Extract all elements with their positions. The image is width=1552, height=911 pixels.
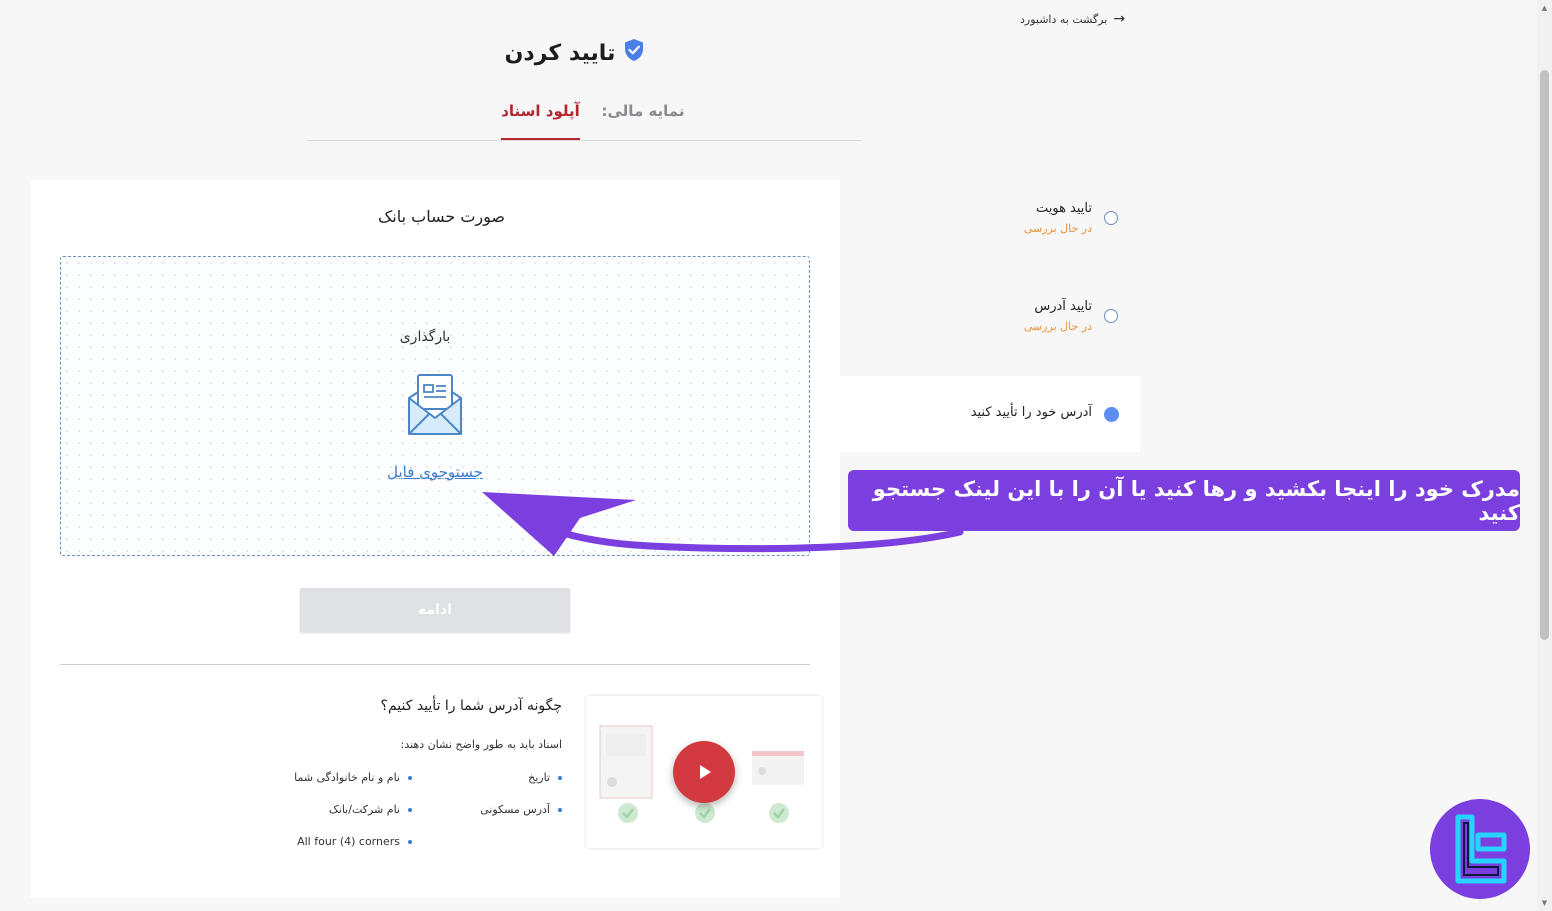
requirement-item: آدرس مسکونی: [450, 803, 562, 816]
status-badge: در حال بررسی: [1023, 320, 1092, 333]
scroll-down-arrow-icon[interactable]: ▼: [1540, 899, 1549, 907]
brand-logo: [1430, 799, 1530, 899]
upload-label: بارگذاری: [399, 329, 451, 345]
status-badge: در حال بررسی: [1023, 222, 1092, 235]
requirement-item: All four (4) corners: [270, 835, 412, 848]
page-title-row: تایید کردن: [480, 38, 670, 68]
envelope-document-icon: [405, 372, 465, 438]
bullet-dot-icon: [408, 775, 412, 780]
annotation-arrow-icon: [482, 492, 964, 556]
tab-upload-documents[interactable]: آپلود اسناد: [501, 92, 580, 140]
step-address-verification[interactable]: تایید آدرس در حال بررسی: [900, 298, 1140, 338]
bullet-dot-icon: [558, 807, 562, 812]
tab-financial-profile[interactable]: نمایه مالی:: [597, 92, 689, 139]
back-to-dashboard-link[interactable]: → برگشت به داشبورد: [1020, 10, 1142, 28]
requirement-item: نام و نام خانوادگی شما: [250, 771, 412, 784]
bullet-dot-icon: [408, 807, 412, 812]
help-intro: اسناد باید به طور واضح نشان دهند:: [400, 738, 562, 751]
play-video-button[interactable]: [673, 741, 735, 803]
scroll-up-arrow-icon[interactable]: ▲: [1540, 4, 1549, 12]
step-identity-verification[interactable]: تایید هویت در حال بررسی: [900, 200, 1140, 240]
page-title: تایید کردن: [504, 40, 616, 66]
shield-check-icon: [623, 38, 645, 68]
requirement-item: نام شرکت/بانک: [290, 803, 412, 816]
play-icon: [700, 765, 711, 779]
requirement-item: تاریخ: [470, 771, 562, 784]
tab-bar: نمایه مالی: آپلود اسناد: [307, 92, 862, 141]
step-pending-ring-icon: [1104, 211, 1118, 225]
back-link-label: برگشت به داشبورد: [1020, 12, 1108, 26]
scrollbar-thumb[interactable]: [1540, 70, 1549, 640]
section-title: صورت حساب بانک: [377, 207, 505, 226]
bullet-dot-icon: [558, 775, 562, 780]
arrow-right-icon: →: [1113, 11, 1126, 27]
step-pending-ring-icon: [1104, 309, 1118, 323]
bullet-dot-icon: [408, 839, 412, 844]
help-title: چگونه آدرس شما را تأیید کنیم؟: [380, 698, 562, 714]
divider: [60, 664, 810, 665]
step-active-dot-icon: [1104, 407, 1119, 422]
step-confirm-address[interactable]: آدرس خود را تأیید کنید: [840, 376, 1140, 452]
continue-button[interactable]: ادامه: [300, 588, 570, 632]
